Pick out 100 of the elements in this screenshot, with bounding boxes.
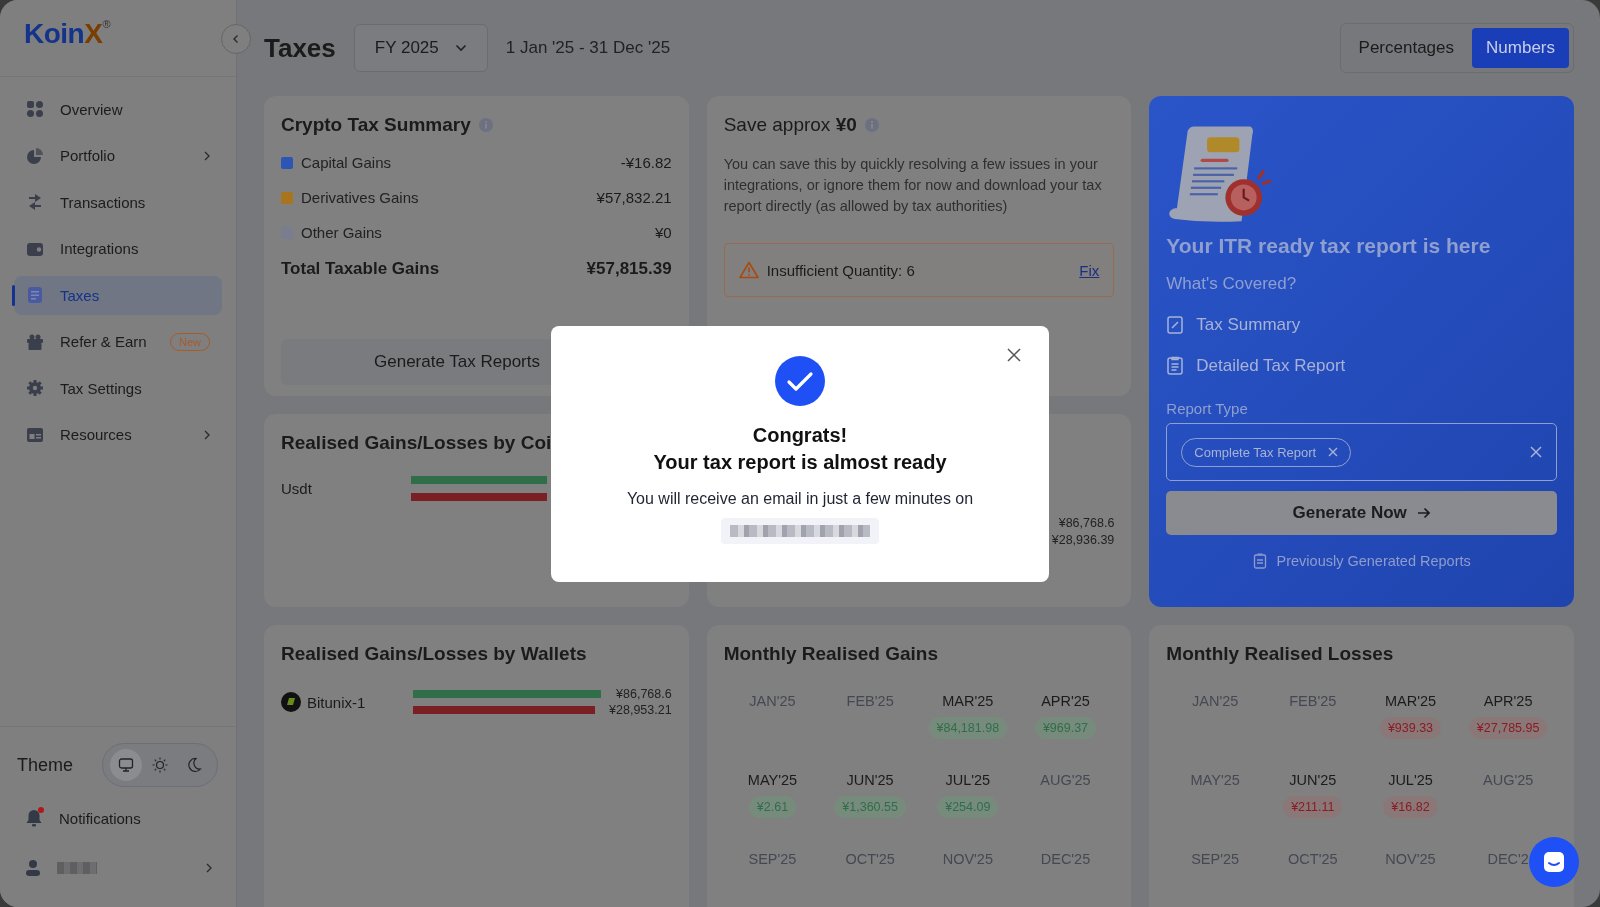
receipt-icon: [1166, 315, 1185, 335]
pie-chart-icon: [26, 146, 44, 165]
bell-icon: [25, 808, 43, 828]
month-label: MAR'25: [1384, 693, 1437, 709]
month-label: FEB'25: [846, 693, 894, 709]
month-amount: ¥939.33: [1379, 717, 1442, 739]
month-label: JUL'25: [1388, 772, 1433, 788]
clipboard-icon: [1166, 356, 1185, 376]
gain-label: Capital Gains: [301, 154, 393, 171]
gain-value: -¥16.82: [620, 154, 672, 171]
notifications-item[interactable]: Notifications: [17, 799, 222, 837]
coin-name: Usdt: [281, 480, 313, 497]
chat-icon: [1542, 850, 1566, 874]
year-dropdown[interactable]: FY 2025: [353, 24, 488, 72]
month-label: DEC'25: [1040, 851, 1091, 867]
sidebar-item[interactable]: Resources: [14, 415, 222, 454]
savings-description: You can save this by quickly resolving a few issues in your integrations, or ignore them for now and download your tax report directly (as allowed by tax authorities): [723, 155, 1103, 216]
sidebar-item[interactable]: Refer & Earn New: [14, 322, 222, 361]
report-card-title: Your ITR ready tax report is here: [1166, 234, 1492, 258]
dialog-title: Congrats!: [752, 423, 848, 448]
month-amount: ¥27,785.95: [1468, 717, 1548, 739]
total-label: Total Taxable Gains: [281, 259, 440, 279]
monitor-icon: [118, 757, 134, 773]
fix-link[interactable]: Fix: [1079, 261, 1100, 279]
month-label: JAN'25: [1192, 693, 1239, 709]
covered-label: What's Covered?: [1166, 274, 1298, 294]
card-title: Realised Gains/Losses by Coi: [281, 432, 553, 454]
month-label: JAN'25: [749, 693, 796, 709]
month-label: OCT'25: [1288, 851, 1338, 867]
month-label: JUN'25: [1289, 772, 1337, 788]
clear-icon[interactable]: [1530, 446, 1542, 458]
sidebar-item[interactable]: Tax Settings: [14, 369, 222, 408]
month-amount: ¥84,181.98: [928, 717, 1008, 739]
covered-item: Detailed Tax Report: [1196, 356, 1346, 376]
month-label: NOV'25: [942, 851, 993, 867]
month-label: JUL'25: [945, 772, 991, 788]
clipboard-icon: [1252, 553, 1267, 569]
report-type-label: Report Type: [1166, 400, 1249, 417]
exchange-logo-icon: [281, 692, 301, 712]
month-amount: ¥211.11: [1283, 796, 1343, 818]
document-icon: [26, 286, 44, 305]
gain-value: ¥86,768.6: [616, 687, 672, 701]
card-title: Monthly Realised Losses: [1166, 643, 1395, 665]
loss-value: ¥28,953.21: [609, 703, 672, 717]
month-label: SEP'25: [1191, 851, 1240, 867]
wallet-name: Bitunix-1: [307, 693, 367, 711]
logo: KoinX$^{®}$: [24, 18, 110, 50]
month-label: AUG'25: [1483, 772, 1534, 788]
report-type-select[interactable]: Complete Tax Report: [1166, 423, 1557, 481]
sun-icon: [152, 757, 168, 773]
sidebar-item[interactable]: Transactions: [14, 183, 222, 222]
alert-text: Insufficient Quantity: 6: [766, 261, 916, 279]
gain-value: ¥0: [654, 224, 672, 241]
monitor-theme-button[interactable]: [110, 749, 142, 781]
sidebar-item[interactable]: Portfolio: [14, 136, 222, 175]
sidebar-item[interactable]: Taxes: [14, 276, 222, 315]
remove-icon: [1328, 447, 1339, 457]
date-range: 1 Jan '25 - 31 Dec '25: [505, 38, 671, 58]
card-title: Crypto Tax Summary: [281, 114, 471, 136]
layout-icon: [26, 425, 44, 444]
month-label: MAR'25: [942, 693, 994, 709]
view-mode-tab[interactable]: Numbers: [1472, 28, 1569, 68]
previous-reports-link[interactable]: Previously Generated Reports: [1252, 553, 1471, 569]
user-icon: [25, 859, 41, 877]
chevron-down-icon: [454, 44, 467, 52]
gain-value: ¥86,768.6: [1058, 516, 1115, 530]
page-title: Taxes: [264, 32, 336, 64]
view-mode-tab[interactable]: Percentages: [1344, 28, 1469, 68]
gain-label: Derivatives Gains: [301, 189, 420, 206]
month-amount: ¥969.37: [1034, 717, 1097, 739]
chevron-left-icon: [232, 34, 240, 44]
generate-now-button[interactable]: Generate Now: [1166, 491, 1557, 535]
close-icon[interactable]: [1007, 348, 1021, 362]
month-label: OCT'25: [845, 851, 895, 867]
month-label: APR'25: [1483, 693, 1533, 709]
sidebar-item[interactable]: Integrations: [14, 229, 222, 268]
check-circle-icon: [775, 356, 825, 406]
gear-icon: [26, 379, 44, 398]
arrow-right-icon: [1416, 507, 1431, 519]
moon-icon: [186, 757, 202, 773]
month-amount: ¥1,360.55: [834, 796, 906, 818]
grid-icon: [26, 100, 44, 119]
month-label: AUG'25: [1040, 772, 1091, 788]
dialog-subtitle: Your tax report is almost ready: [653, 450, 947, 475]
card-title: Monthly Realised Gains: [723, 643, 939, 665]
month-amount: ¥2.61: [748, 796, 797, 818]
month-label: JUN'25: [846, 772, 894, 788]
covered-item: Tax Summary: [1196, 315, 1301, 335]
transfer-icon: [26, 193, 44, 212]
card-title: Save approx ¥0: [723, 114, 857, 136]
total-value: ¥57,815.39: [586, 259, 672, 279]
month-label: FEB'25: [1289, 693, 1337, 709]
card-title: Realised Gains/Losses by Wallets: [281, 643, 588, 665]
month-label: MAY'25: [1190, 772, 1240, 788]
sidebar-item[interactable]: Overview: [14, 90, 222, 129]
month-label: SEP'25: [748, 851, 797, 867]
month-label: APR'25: [1041, 693, 1090, 709]
month-amount: ¥254.09: [937, 796, 999, 818]
loss-value: ¥28,936.39: [1051, 533, 1115, 547]
gain-label: Other Gains: [301, 224, 383, 241]
